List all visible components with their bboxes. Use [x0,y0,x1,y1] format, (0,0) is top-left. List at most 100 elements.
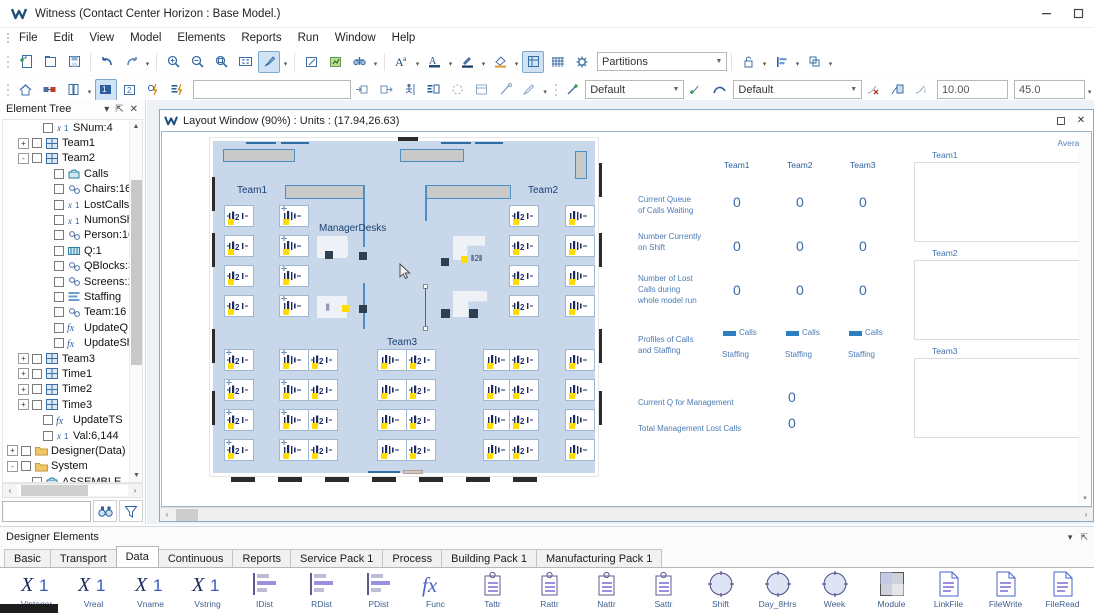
tree-node[interactable]: - Team2 [3,151,129,166]
chevron-down-icon[interactable]: ▾ [104,104,109,115]
tree-node-checkbox[interactable] [32,399,42,410]
tree-node-checkbox[interactable] [54,184,64,195]
group-icon[interactable] [803,51,825,73]
open-icon[interactable] [39,51,61,73]
designer-item-sattr[interactable]: Sattr [635,568,692,609]
workstation-desk[interactable]: ✛ [279,409,309,431]
designer-item-linkfile[interactable]: LinkFile [920,568,977,609]
workstation-desk[interactable]: 2 [509,409,539,431]
module-icon[interactable] [471,79,493,101]
workstation-desk[interactable] [565,409,595,431]
line-style-combo[interactable]: Default ▼ [585,80,684,99]
workstation-desk[interactable] [377,409,407,431]
workstation-desk[interactable]: 2 [224,235,254,257]
new-icon[interactable] [15,51,37,73]
pan-dropdown-icon[interactable]: ▾ [281,51,290,73]
tree-node[interactable]: x1LostCalls:1 [3,197,129,212]
snapshot-icon[interactable] [300,51,322,73]
part-icon[interactable]: 2 [119,79,141,101]
balance-icon[interactable] [348,51,370,73]
workstation-desk[interactable] [565,349,595,371]
designer-item-fileread[interactable]: FileRead [1034,568,1091,609]
fill-color-dropdown-icon[interactable]: ▾ [512,51,521,73]
workstation-desk[interactable]: 2 [308,409,338,431]
designer-tab-transport[interactable]: Transport [49,549,117,567]
funnel-icon[interactable] [119,500,143,522]
element-tree-hscrollbar[interactable]: ‹ › [2,483,143,498]
designer-item-week[interactable]: Week [806,568,863,609]
layout-hscroll-thumb[interactable] [176,508,198,521]
layout-close-button[interactable]: ✕ [1071,112,1091,130]
designer-item-pdist[interactable]: PDist [350,568,407,609]
layout-scroll-down-icon[interactable]: ▾ [1079,494,1091,506]
chart-icon[interactable] [324,51,346,73]
scroll-right-icon[interactable]: › [128,486,142,495]
tree-node[interactable]: fx UpdateTS [3,412,129,427]
tree-node[interactable]: x1NumonShif [3,212,129,227]
workstation-desk[interactable] [565,295,595,317]
pen-dropdown-icon[interactable]: ▾ [541,79,550,101]
layout-scroll-left-icon[interactable]: ‹ [160,510,174,519]
expand-icon[interactable]: + [7,445,18,457]
tree-node[interactable]: fx UpdateQ [3,320,129,335]
layout-hscrollbar[interactable]: ‹ › [160,507,1093,521]
tree-node[interactable]: x 1 SNum:4 [3,120,129,135]
toolbar2-overflow-icon[interactable]: ▾ [1085,79,1094,101]
tree-node-checkbox[interactable] [21,461,31,472]
tree-node[interactable]: Staffing [3,289,129,304]
binoculars-icon[interactable] [93,500,117,522]
workstation-desk[interactable]: ✛ 2 [224,439,254,461]
buffer-icon[interactable] [62,79,84,101]
workstation-desk[interactable]: 2 [509,439,539,461]
tree-node-checkbox[interactable] [54,199,64,210]
lock-icon[interactable] [737,51,759,73]
lock-dropdown-icon[interactable]: ▾ [760,51,769,73]
undo-icon[interactable] [96,51,118,73]
designer-tab-service-pack-1[interactable]: Service Pack 1 [290,549,384,567]
workstation-desk[interactable]: 2 [308,379,338,401]
tree-node-checkbox[interactable] [54,261,64,272]
menu-model[interactable]: Model [122,30,169,46]
shift-icon[interactable] [423,79,445,101]
buffer-dropdown-icon[interactable]: ▾ [85,79,94,101]
workstation-desk[interactable] [565,379,595,401]
designer-item-rdist[interactable]: RDist [293,568,350,609]
redo-icon[interactable] [120,51,142,73]
label-icon[interactable]: 1 [94,78,117,101]
designer-tab-continuous[interactable]: Continuous [157,549,234,567]
hscroll-thumb[interactable] [21,485,88,496]
menu-file[interactable]: File [11,30,46,46]
collapse-icon[interactable]: - [18,152,29,164]
minimize-button[interactable] [1030,0,1062,28]
line-color-dropdown-icon[interactable]: ▾ [479,51,488,73]
text-color-icon[interactable]: A [423,51,445,73]
tree-node[interactable]: Calls [3,166,129,181]
scroll-down-icon[interactable]: ▼ [130,469,142,482]
chevron-down-icon[interactable]: ▾ [1068,532,1073,543]
group-dropdown-icon[interactable]: ▾ [826,51,835,73]
zoom-out-icon[interactable] [186,51,208,73]
workstation-desk[interactable]: 2 [509,265,539,287]
tree-node-checkbox[interactable] [54,245,64,256]
fill-color-icon[interactable] [489,51,511,73]
workstation-desk[interactable] [565,235,595,257]
machine-icon[interactable] [39,79,61,101]
workstation-desk[interactable]: 2 [224,295,254,317]
chart-box-team1[interactable] [914,162,1091,242]
chart-box-team3[interactable] [914,358,1091,438]
bolt-icon[interactable] [166,79,188,101]
workstation-desk[interactable]: 2 [224,205,254,227]
zoom-in-icon[interactable] [162,51,184,73]
designer-item-nattr[interactable]: Nattr [578,568,635,609]
designer-item-idist[interactable]: IDist [236,568,293,609]
tree-node-checkbox[interactable] [54,276,64,287]
tree-node[interactable]: - System [3,459,129,474]
zoom-fit-icon[interactable] [234,51,256,73]
workstation-desk[interactable]: ✛ [279,205,309,227]
partition-icon[interactable] [522,50,544,73]
workstation-desk[interactable]: 2 [406,409,436,431]
layout-canvas[interactable]: ⦀2⦀ ⫼ Team1 Team2 Team3 ManagerDesks 2 2 2… [161,131,1092,507]
zoom-region-icon[interactable] [210,51,232,73]
font-icon[interactable]: Aa [390,51,412,73]
designer-item-vstring[interactable]: X 1 Vstring [179,568,236,609]
